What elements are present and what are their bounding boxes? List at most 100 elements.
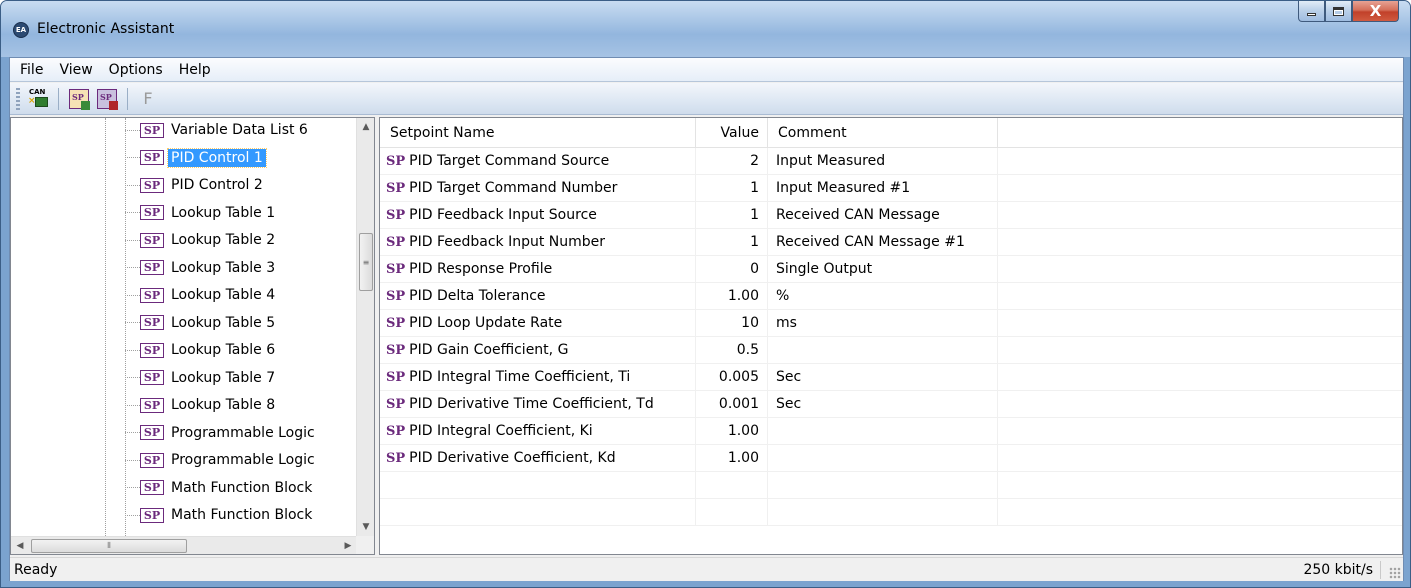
row-filler — [998, 283, 1402, 310]
row-filler — [998, 499, 1402, 526]
setpoint-value-cell: 1 — [696, 229, 768, 256]
row-filler — [998, 391, 1402, 418]
column-header-value[interactable]: Value — [696, 118, 768, 148]
tree-item[interactable]: SP PID Control 1 — [125, 145, 267, 171]
table-row[interactable]: SP PID Target Command Number 1 Input Measur… — [380, 175, 1402, 202]
table-row[interactable]: SP PID Gain Coefficient, G 0.5 — [380, 337, 1402, 364]
scroll-right-icon[interactable]: ▶ — [339, 537, 357, 555]
tree-connector — [125, 129, 140, 131]
can-connect-button[interactable]: CAN × — [26, 87, 50, 111]
setpoint-value-cell: 0.001 — [696, 391, 768, 418]
setpoint-comment-cell — [768, 418, 998, 445]
menu-help[interactable]: Help — [171, 59, 219, 81]
tree-item[interactable]: SP Programmable Logic — [125, 420, 318, 446]
close-button[interactable]: X — [1352, 1, 1399, 22]
menu-view[interactable]: View — [51, 59, 100, 81]
setpoint-name-cell: SP PID Gain Coefficient, G — [380, 337, 696, 364]
setpoint-value-cell: 0 — [696, 256, 768, 283]
toolbar-grip[interactable] — [16, 87, 20, 110]
table-row[interactable]: SP PID Delta Tolerance 1.00% — [380, 283, 1402, 310]
scroll-up-icon[interactable]: ▲ — [357, 118, 375, 136]
setpoint-comment-cell: ms — [768, 310, 998, 337]
setpoint-icon: SP — [140, 370, 164, 385]
table-row[interactable]: SP PID Derivative Time Coefficient, Td 0.0… — [380, 391, 1402, 418]
tree-connector — [125, 212, 140, 213]
can-x-mark: × — [28, 95, 36, 106]
scroll-left-icon[interactable]: ◀ — [11, 537, 29, 555]
menu-file[interactable]: File — [12, 59, 51, 81]
table-row[interactable]: SP PID Response Profile 0 Single Output — [380, 256, 1402, 283]
column-header-setpoint-name[interactable]: Setpoint Name — [380, 118, 696, 148]
tree-item[interactable]: SP PID Control 2 — [125, 172, 266, 198]
maximize-button[interactable] — [1325, 1, 1352, 22]
tree-item[interactable]: SP Lookup Table 3 — [125, 255, 278, 281]
tree-guide-line — [105, 118, 106, 536]
setpoint-prefix-icon: SP — [386, 235, 406, 250]
setpoint-list[interactable]: Setpoint Name Value Comment SP PID Target… — [379, 117, 1403, 555]
setpoint-comment-cell: Sec — [768, 391, 998, 418]
setpoint-comment-cell — [768, 337, 998, 364]
table-row[interactable]: SP PID Feedback Input Source 1 Received CAN… — [380, 202, 1402, 229]
title-bar[interactable]: EA Electronic Assistant X — [1, 1, 1410, 57]
tree-vertical-scrollbar[interactable]: ▲ ≡ ▼ — [356, 118, 374, 536]
setpoint-name: PID Derivative Time Coefficient, Td — [409, 396, 654, 412]
tree-item[interactable]: SP Lookup Table 6 — [125, 337, 278, 363]
tree-item[interactable]: SP Math Function Block — [125, 502, 315, 528]
tree-horizontal-scrollbar[interactable]: ◀ ⦀ ▶ — [11, 536, 357, 554]
write-setpoints-button[interactable]: SP — [95, 87, 119, 111]
tree-item-label: Variable Data List 6 — [171, 122, 308, 138]
can-device-shape — [35, 96, 48, 107]
setpoint-prefix-icon: SP — [386, 370, 406, 385]
flash-button[interactable]: F — [136, 87, 160, 111]
row-filler — [998, 364, 1402, 391]
toolbar-separator — [58, 87, 59, 110]
setpoint-comment-cell: Single Output — [768, 256, 998, 283]
table-row[interactable]: SP PID Integral Coefficient, Ki 1.00 — [380, 418, 1402, 445]
vertical-scroll-thumb[interactable]: ≡ — [359, 233, 373, 291]
tree-item[interactable]: SP Variable Data List 6 — [125, 118, 311, 143]
setpoint-name-cell: SP PID Feedback Input Number — [380, 229, 696, 256]
setpoint-name-cell: SP PID Delta Tolerance — [380, 283, 696, 310]
table-row[interactable]: SP PID Derivative Coefficient, Kd 1.00 — [380, 445, 1402, 472]
tree-item-label: Math Function Block — [171, 507, 313, 523]
setpoint-name: PID Feedback Input Number — [409, 234, 606, 250]
setpoint-icon: SP — [140, 452, 164, 468]
setpoint-value-cell: 1 — [696, 202, 768, 229]
tree-item[interactable]: SP Lookup Table 8 — [125, 392, 278, 418]
menu-options[interactable]: Options — [101, 59, 171, 81]
scroll-down-icon[interactable]: ▼ — [357, 518, 375, 536]
tree-item[interactable]: SP Lookup Table 1 — [125, 200, 278, 226]
tree-item[interactable]: SP Lookup Table 5 — [125, 310, 278, 336]
setpoint-prefix-icon: SP — [386, 262, 406, 277]
setpoint-prefix-icon: SP — [386, 451, 406, 466]
can-icon-label: CAN — [29, 87, 46, 96]
tree-item[interactable]: SP Math Function Block — [125, 475, 315, 501]
tree-item[interactable]: SP Lookup Table 7 — [125, 365, 278, 391]
tree-item[interactable]: SP Lookup Table 4 — [125, 282, 278, 308]
setpoint-prefix-icon: SP — [386, 289, 406, 304]
read-setpoints-button[interactable]: SP — [67, 87, 91, 111]
setpoint-tree[interactable]: SP Variable Data List 6 SP PID Control 1 SP P… — [10, 117, 375, 555]
setpoint-file-save-icon: SP — [97, 88, 118, 110]
table-row[interactable]: SP PID Feedback Input Number 1 Received CAN… — [380, 229, 1402, 256]
column-header-comment[interactable]: Comment — [768, 118, 998, 148]
setpoint-value-cell: 0.005 — [696, 364, 768, 391]
setpoint-icon: SP — [140, 287, 164, 303]
resize-grip-icon[interactable] — [1389, 567, 1401, 579]
toolbar-separator — [127, 87, 128, 110]
list-header: Setpoint Name Value Comment — [380, 118, 1402, 148]
setpoint-value-cell: 0.5 — [696, 337, 768, 364]
empty-cell — [768, 472, 998, 499]
table-row[interactable]: SP PID Target Command Source 2 Input Measur… — [380, 148, 1402, 175]
tree-item[interactable]: SP Programmable Logic — [125, 447, 318, 473]
close-icon: X — [1369, 2, 1382, 20]
table-row[interactable]: SP PID Loop Update Rate 10 ms — [380, 310, 1402, 337]
column-header-filler — [998, 118, 1402, 148]
list-body: SP PID Target Command Source 2 Input Measur… — [380, 148, 1402, 526]
minimize-button[interactable] — [1298, 1, 1325, 22]
horizontal-scroll-thumb[interactable]: ⦀ — [31, 539, 187, 553]
table-row[interactable]: SP PID Integral Time Coefficient, Ti 0.005… — [380, 364, 1402, 391]
setpoint-prefix-icon: SP — [386, 343, 406, 358]
tree-item[interactable]: SP Lookup Table 2 — [125, 227, 278, 253]
status-bar: Ready 250 kbit/s — [10, 557, 1403, 581]
